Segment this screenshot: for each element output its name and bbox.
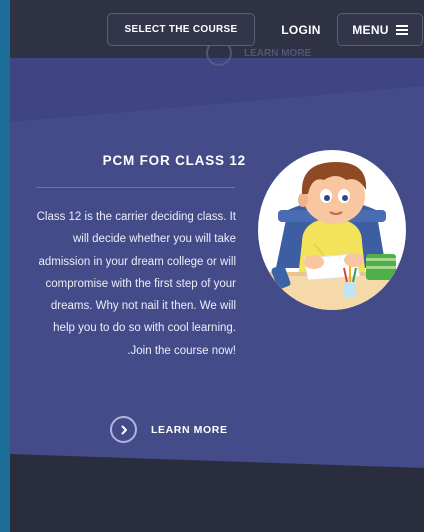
page: LEARN MORE SELECT THE COURSE LOGIN MENU … xyxy=(10,0,424,532)
learn-more-label: LEARN MORE xyxy=(151,423,228,436)
course-title: PCM FOR CLASS 12 xyxy=(102,153,246,168)
course-description: Class 12 is the carrier deciding class. … xyxy=(36,211,236,357)
menu-button[interactable]: MENU xyxy=(337,13,423,46)
left-edge-strip xyxy=(0,0,10,532)
boy-studying-illustration xyxy=(258,150,406,310)
title-divider xyxy=(36,187,235,188)
menu-label: MENU xyxy=(352,22,389,37)
login-button[interactable]: LOGIN xyxy=(270,13,332,46)
previous-learn-more-label: LEARN MORE xyxy=(244,47,312,59)
select-course-button[interactable]: SELECT THE COURSE xyxy=(107,13,255,46)
chevron-right-icon xyxy=(110,416,137,443)
hamburger-icon xyxy=(395,24,408,35)
learn-more-link[interactable]: LEARN MORE xyxy=(110,416,228,443)
